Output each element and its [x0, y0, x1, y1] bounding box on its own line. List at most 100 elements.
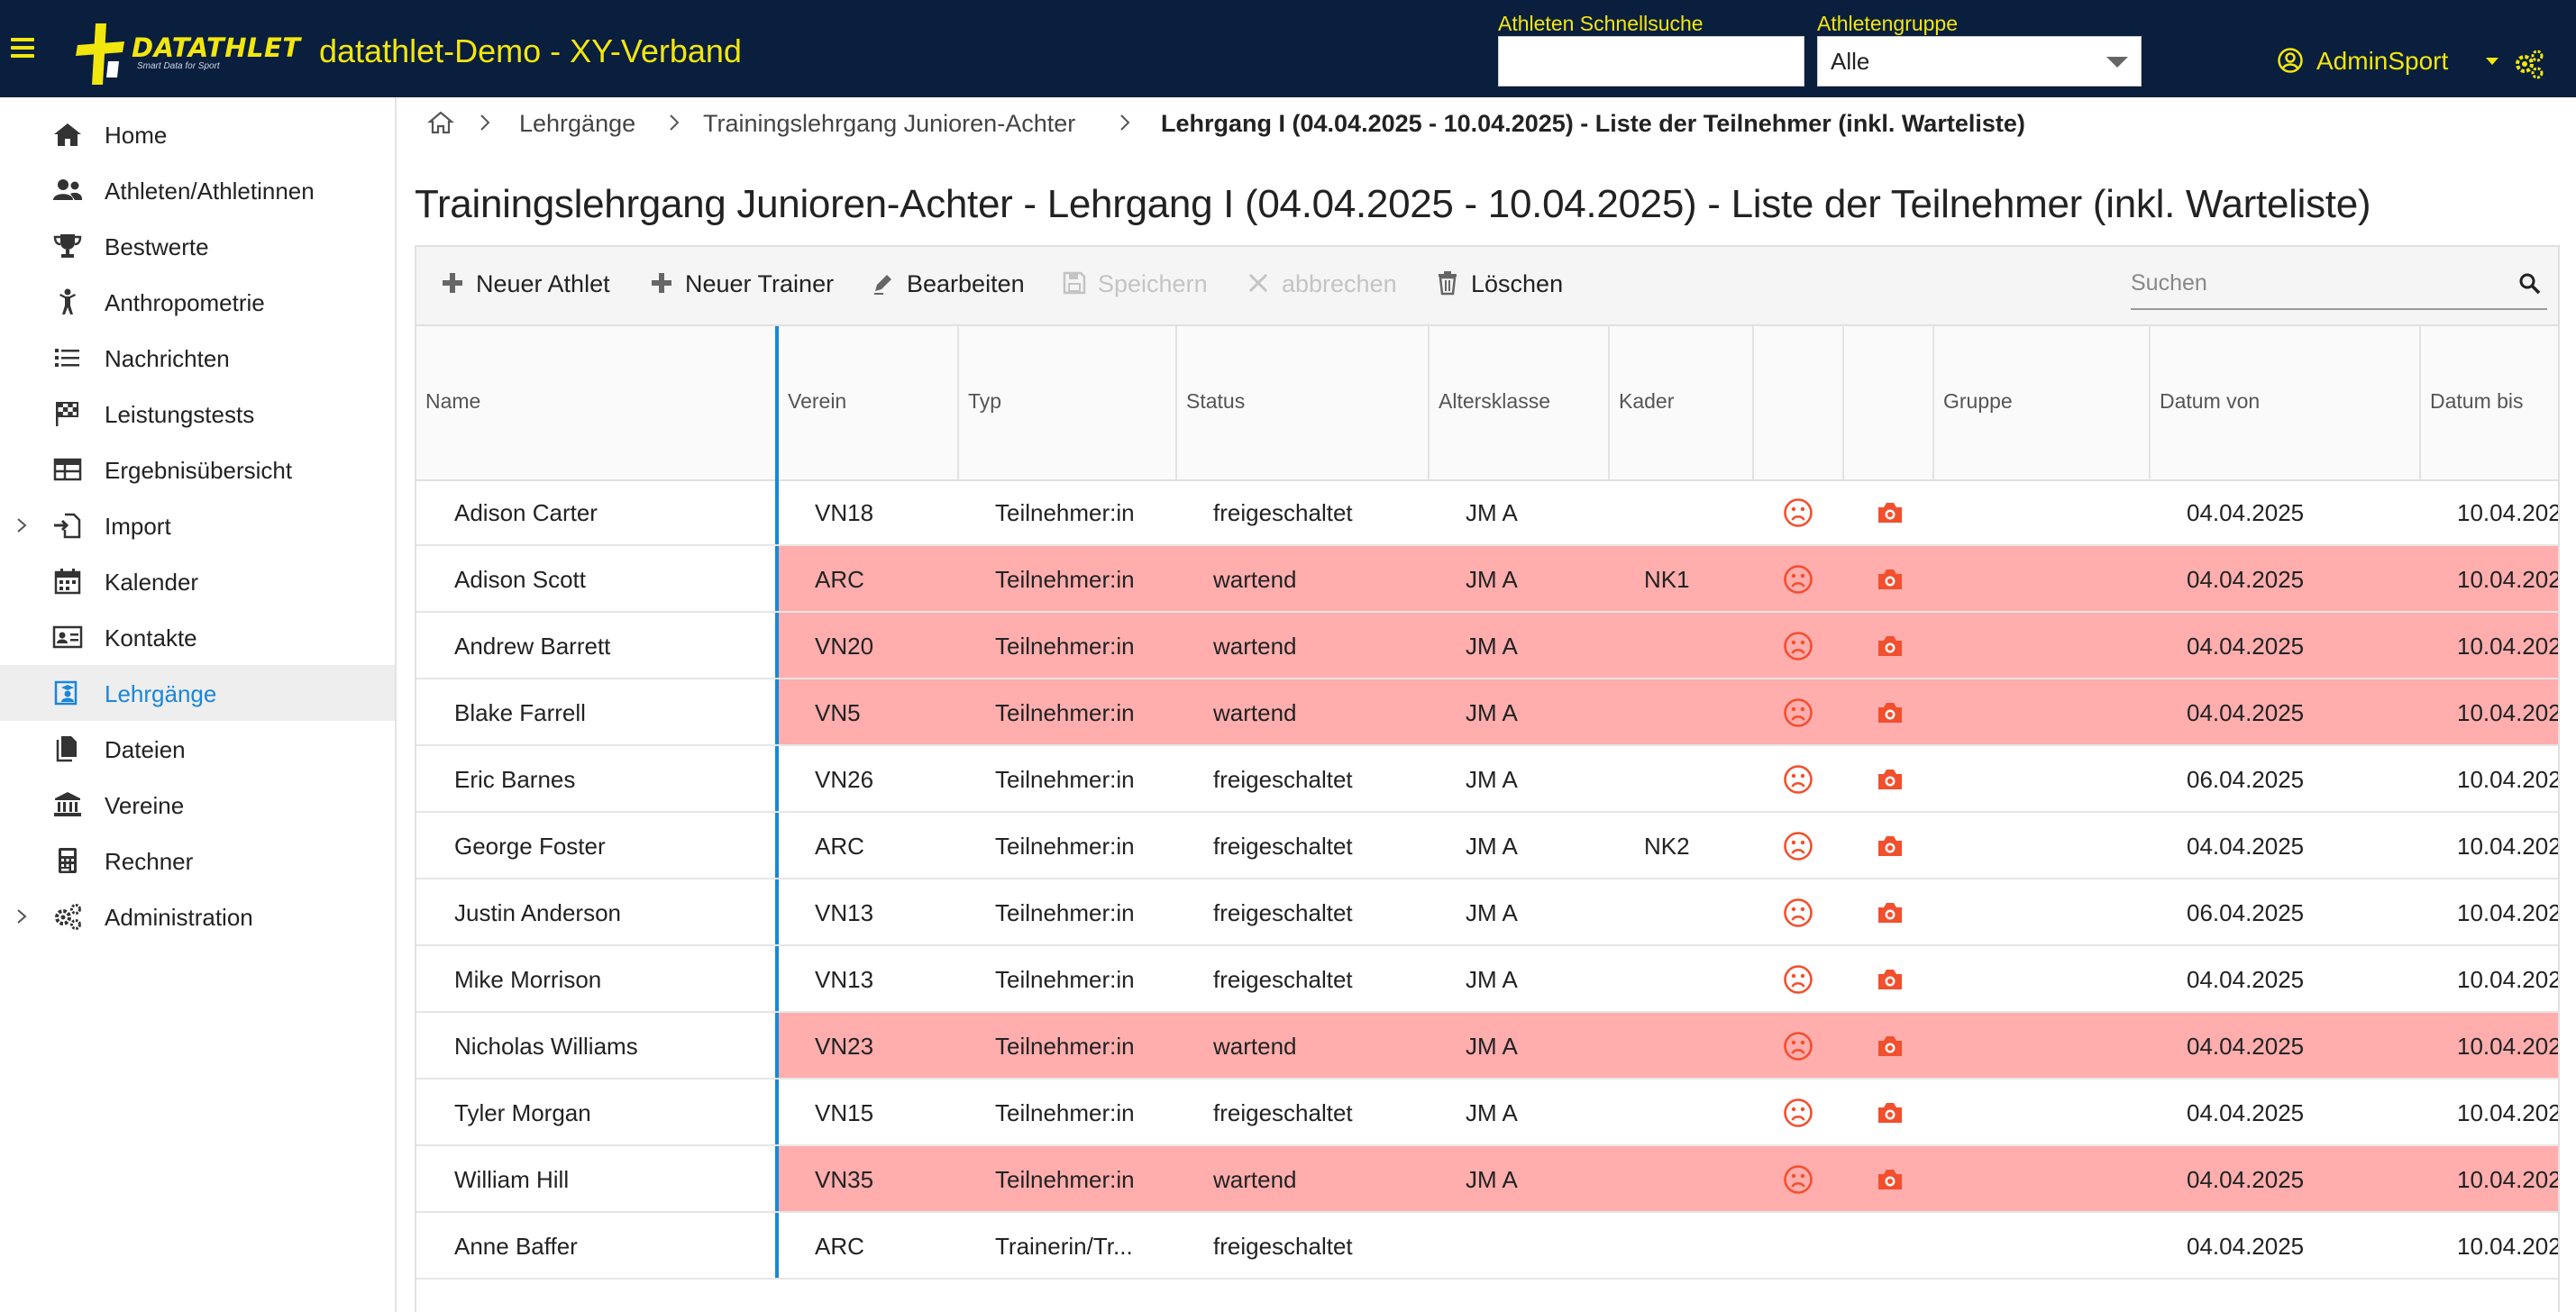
- pencil-icon: [874, 275, 891, 295]
- sad-face-icon[interactable]: [1783, 831, 1813, 861]
- table-row[interactable]: Adison Scott ARC Teilnehmer:in wartend JM A N…: [416, 546, 2558, 613]
- column-header-datum-bis[interactable]: Datum bis: [2421, 326, 2558, 479]
- table-row[interactable]: William Hill VN35 Teilnehmer:in wartend JM A…: [416, 1146, 2558, 1213]
- cell-name: Tyler Morgan: [454, 1099, 591, 1126]
- column-header-label: Datum bis: [2430, 389, 2524, 413]
- sad-face-icon[interactable]: [1783, 631, 1813, 661]
- cell-name: Andrew Barrett: [454, 633, 611, 660]
- column-header-label: Name: [425, 389, 481, 413]
- cell-kader: NK2: [1644, 833, 1690, 860]
- cell-altersklasse: JM A: [1466, 1166, 1518, 1193]
- grid-header: Name Verein Typ Status Altersklasse Kade…: [416, 326, 2558, 481]
- breadcrumb-training-course[interactable]: Trainingslehrgang Junioren-Achter: [703, 110, 1075, 138]
- camera-icon[interactable]: [1875, 831, 1905, 861]
- table-row[interactable]: Anne Baffer ARC Trainerin/Tr... freigeschal…: [416, 1213, 2558, 1280]
- chevron-right-icon: [1120, 114, 1130, 131]
- sidebar-item-nachrichten[interactable]: Nachrichten: [0, 330, 395, 386]
- camera-icon[interactable]: [1875, 1031, 1905, 1061]
- breadcrumb-lehrgaenge[interactable]: Lehrgänge: [519, 110, 635, 138]
- column-header-health[interactable]: [1754, 326, 1844, 479]
- cell-datum-von: 06.04.2025: [2187, 766, 2305, 793]
- camera-icon[interactable]: [1875, 897, 1905, 928]
- camera-icon[interactable]: [1875, 1098, 1905, 1128]
- sidebar-item-label: Dateien: [105, 736, 186, 763]
- camera-icon[interactable]: [1875, 1164, 1905, 1195]
- table-row[interactable]: Tyler Morgan VN15 Teilnehmer:in freigeschal…: [416, 1080, 2558, 1146]
- sidebar-item-ergebnisuebersicht[interactable]: Ergebnisübersicht: [0, 442, 395, 497]
- camera-icon[interactable]: [1875, 631, 1905, 661]
- sidebar-item-administration[interactable]: Administration: [0, 888, 395, 944]
- chevron-right-icon[interactable]: [14, 908, 29, 925]
- cell-altersklasse: JM A: [1466, 699, 1518, 726]
- table-row[interactable]: Justin Anderson VN13 Teilnehmer:in freigesc…: [416, 879, 2558, 946]
- cell-typ: Teilnehmer:in: [995, 1099, 1135, 1126]
- cell-verein: VN13: [815, 966, 874, 993]
- column-header-kader[interactable]: Kader: [1610, 326, 1754, 479]
- sidebar-item-vereine[interactable]: Vereine: [0, 777, 395, 833]
- table-row[interactable]: George Foster ARC Teilnehmer:in freigeschal…: [416, 813, 2558, 879]
- grid-search-input[interactable]: [2131, 263, 2500, 303]
- sad-face-icon[interactable]: [1783, 1164, 1813, 1195]
- chevron-right-icon[interactable]: [14, 517, 29, 533]
- sad-face-icon[interactable]: [1783, 697, 1813, 728]
- sidebar-item-leistungstests[interactable]: Leistungstests: [0, 386, 395, 442]
- sidebar-item-import[interactable]: Import: [0, 497, 395, 553]
- column-header-gruppe[interactable]: Gruppe: [1934, 326, 2151, 479]
- sidebar-item-bestwerte[interactable]: Bestwerte: [0, 218, 395, 274]
- files-icon: [56, 736, 77, 762]
- sidebar-item-dateien[interactable]: Dateien: [0, 721, 395, 777]
- camera-icon[interactable]: [1875, 764, 1905, 795]
- camera-icon[interactable]: [1875, 497, 1905, 528]
- settings-cogs-icon[interactable]: [2513, 49, 2544, 79]
- sidebar-item-kontakte[interactable]: Kontakte: [0, 609, 395, 665]
- sad-face-icon[interactable]: [1783, 964, 1813, 995]
- cogs-icon: [55, 904, 81, 930]
- sidebar: Home Athleten/Athletinnen Bestwerte Anth…: [0, 97, 397, 1312]
- cell-name: William Hill: [454, 1166, 570, 1193]
- table-row[interactable]: Nicholas Williams VN23 Teilnehmer:in warten…: [416, 1013, 2558, 1080]
- table-row[interactable]: Blake Farrell VN5 Teilnehmer:in wartend JM A…: [416, 679, 2558, 746]
- table-row[interactable]: Adison Carter VN18 Teilnehmer:in freigescha…: [416, 479, 2558, 546]
- course-icon: [54, 680, 78, 706]
- sad-face-icon[interactable]: [1783, 497, 1813, 528]
- table-row[interactable]: Eric Barnes VN26 Teilnehmer:in freigeschalt…: [416, 746, 2558, 813]
- column-header-name[interactable]: Name: [416, 326, 779, 479]
- cell-datum-bis: 10.04.2025: [2457, 566, 2558, 593]
- sad-face-icon[interactable]: [1783, 564, 1813, 595]
- datathlet-logo[interactable]: DATATHLET Smart Data for Sport: [76, 22, 300, 87]
- cell-altersklasse: JM A: [1466, 833, 1518, 860]
- quick-search-label: Athleten Schnellsuche: [1498, 12, 1704, 35]
- table-row[interactable]: Andrew Barrett VN20 Teilnehmer:in wartend JM…: [416, 613, 2558, 679]
- sidebar-item-athletes[interactable]: Athleten/Athletinnen: [0, 162, 395, 218]
- column-header-typ[interactable]: Typ: [959, 326, 1177, 479]
- sad-face-icon[interactable]: [1783, 897, 1813, 928]
- sad-face-icon[interactable]: [1783, 764, 1813, 795]
- column-header-status[interactable]: Status: [1177, 326, 1430, 479]
- column-header-verein[interactable]: Verein: [779, 326, 959, 479]
- athlete-quick-search-input[interactable]: [1498, 36, 1804, 87]
- search-icon[interactable]: [2518, 272, 2542, 296]
- sidebar-item-anthropometrie[interactable]: Anthropometrie: [0, 274, 395, 330]
- camera-icon[interactable]: [1875, 697, 1905, 728]
- sad-face-icon[interactable]: [1783, 1031, 1813, 1061]
- home-icon[interactable]: [427, 110, 454, 135]
- cell-datum-von: 04.04.2025: [2187, 1233, 2305, 1260]
- sad-face-icon[interactable]: [1783, 1098, 1813, 1128]
- cell-name: Mike Morrison: [454, 966, 602, 993]
- menu-toggle-icon[interactable]: [11, 38, 34, 59]
- sidebar-item-rechner[interactable]: Rechner: [0, 833, 395, 888]
- sidebar-item-kalender[interactable]: Kalender: [0, 553, 395, 609]
- trophy-icon: [53, 234, 82, 258]
- camera-icon[interactable]: [1875, 964, 1905, 995]
- calendar-icon: [54, 569, 81, 595]
- camera-icon[interactable]: [1875, 564, 1905, 595]
- table-row[interactable]: Mike Morrison VN13 Teilnehmer:in freigescha…: [416, 946, 2558, 1013]
- grid-search[interactable]: [2131, 263, 2547, 310]
- sidebar-item-lehrgaenge[interactable]: Lehrgänge: [0, 665, 395, 721]
- column-header-altersklasse[interactable]: Altersklasse: [1430, 326, 1610, 479]
- column-header-photo[interactable]: [1844, 326, 1934, 479]
- column-header-datum-von[interactable]: Datum von: [2151, 326, 2421, 479]
- sidebar-item-home[interactable]: Home: [0, 106, 395, 162]
- brand-name: DATATHLET: [132, 32, 301, 63]
- athlete-group-select[interactable]: Alle: [1817, 36, 2142, 87]
